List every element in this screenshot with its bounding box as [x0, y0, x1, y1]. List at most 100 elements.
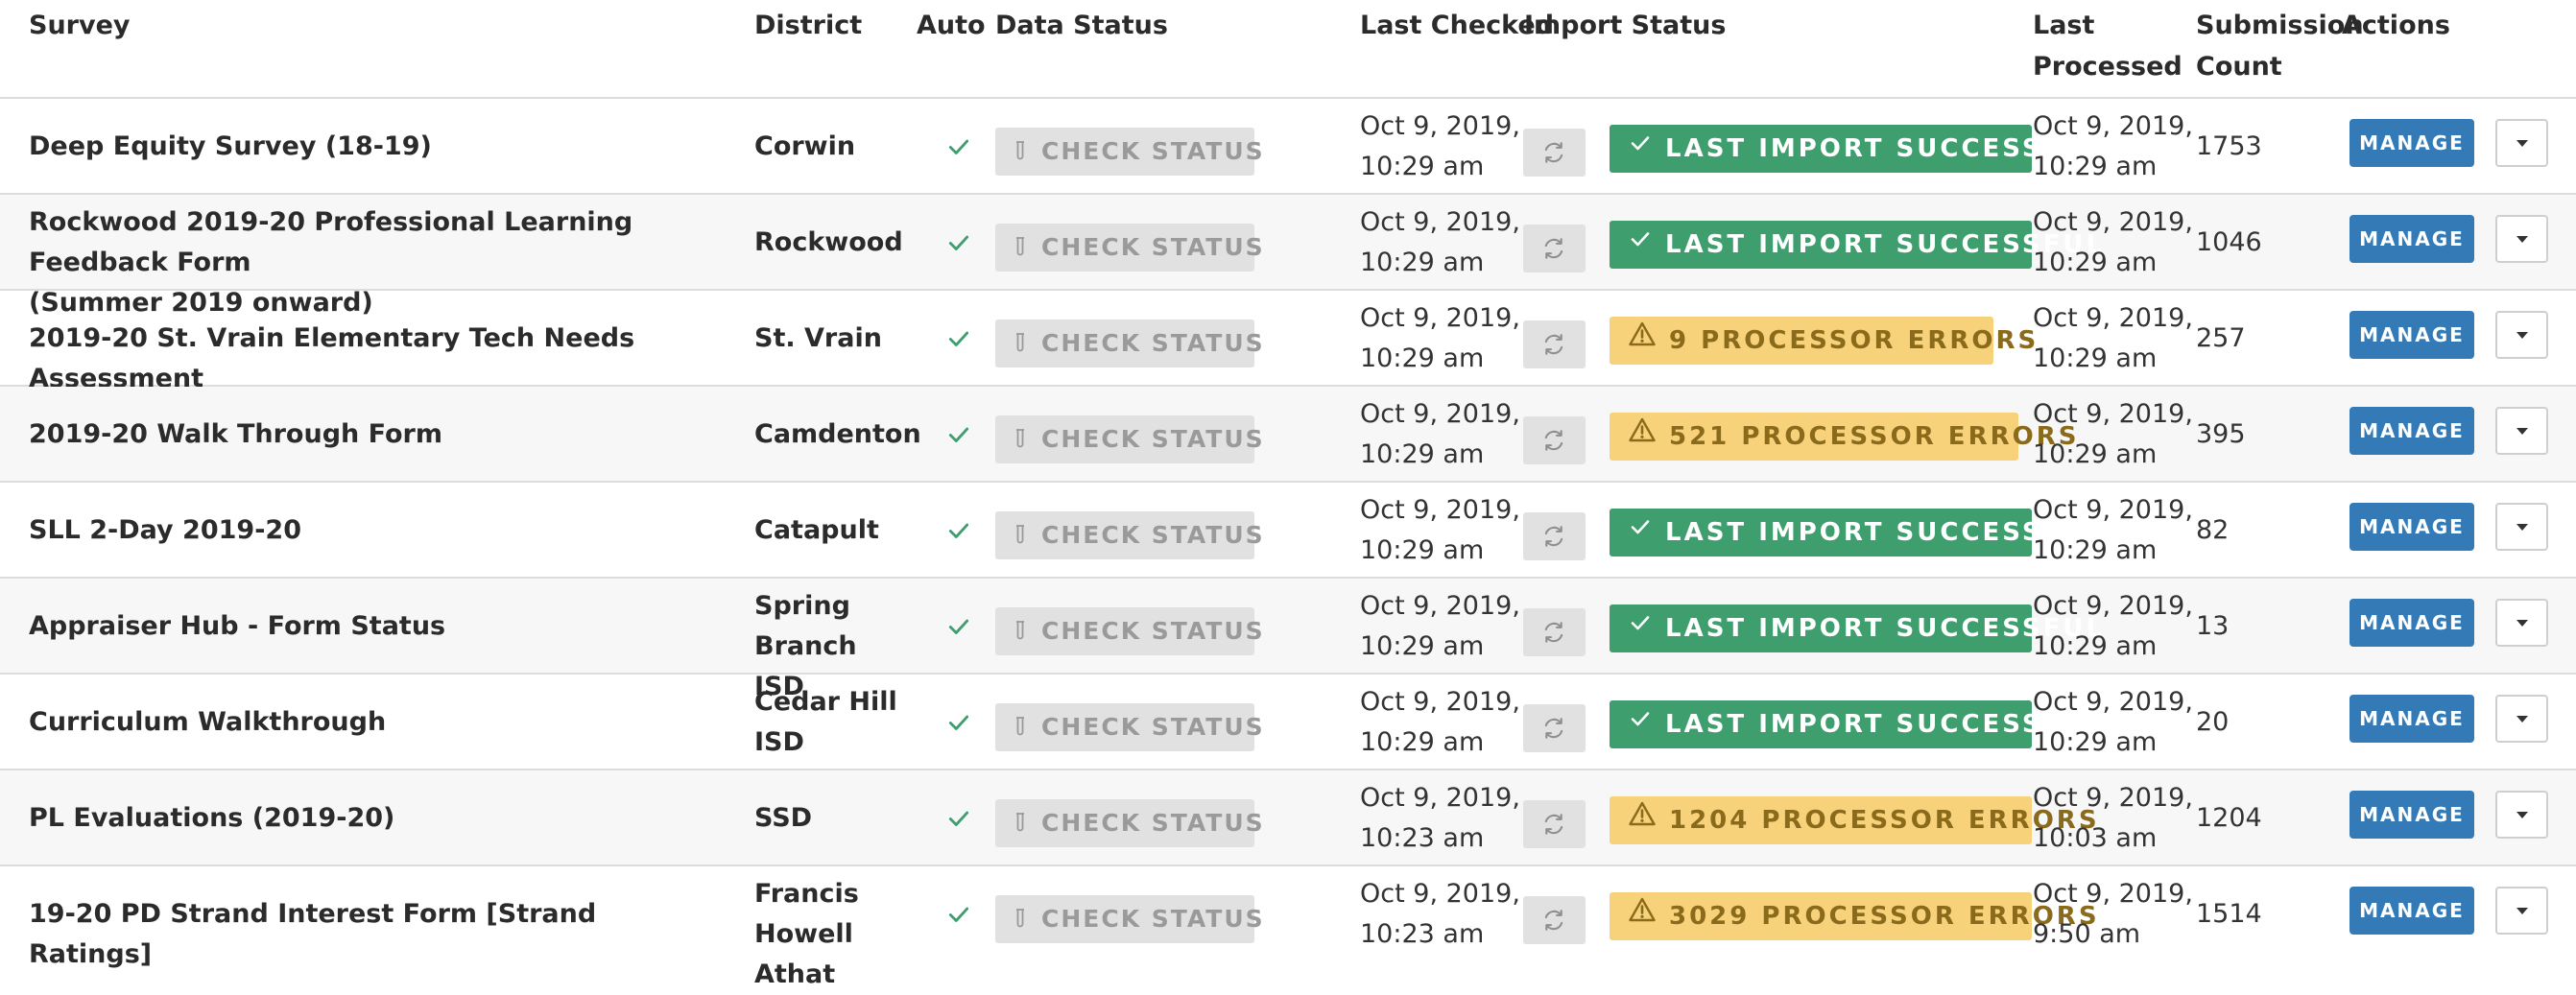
- last-checked-time: Oct 9, 2019, 10:29 am: [1360, 682, 1520, 763]
- survey-name[interactable]: Curriculum Walkthrough: [29, 702, 720, 743]
- manage-button[interactable]: MANAGE: [2349, 311, 2474, 359]
- manage-button[interactable]: MANAGE: [2349, 695, 2474, 743]
- district-name: Catapult: [754, 510, 908, 551]
- header-import-status[interactable]: Import Status: [1524, 5, 1726, 46]
- auto-check-icon: [946, 230, 971, 255]
- manage-button[interactable]: MANAGE: [2349, 599, 2474, 647]
- import-status-badge: 3029 PROCESSOR ERRORS: [1610, 892, 2097, 940]
- survey-name-line: 19-20 PD Strand Interest Form [Strand Ra…: [29, 899, 597, 969]
- district-name: St. Vrain: [754, 319, 908, 359]
- manage-button[interactable]: MANAGE: [2349, 887, 2474, 935]
- check-status-button[interactable]: CHECK STATUS: [995, 799, 1263, 847]
- header-data-status[interactable]: Data Status: [995, 5, 1168, 46]
- last-checked-time: Oct 9, 2019, 10:23 am: [1360, 874, 1520, 955]
- submission-count: 82: [2196, 515, 2230, 545]
- survey-name[interactable]: 2019-20 Walk Through Form: [29, 415, 720, 455]
- header-survey[interactable]: Survey: [29, 5, 131, 46]
- import-status-badge: LAST IMPORT SUCCESSFUL: [1610, 509, 2102, 557]
- refresh-button[interactable]: [1523, 416, 1586, 464]
- refresh-button[interactable]: [1523, 800, 1586, 848]
- header-last-processed[interactable]: Last Processed: [2033, 5, 2182, 87]
- check-status-button[interactable]: CHECK STATUS: [995, 128, 1263, 176]
- auto-check-icon: [946, 710, 971, 735]
- district-name: SSD: [754, 798, 908, 839]
- actions-dropdown-button[interactable]: [2495, 407, 2548, 455]
- district-name-line: Rockwood: [754, 227, 903, 257]
- survey-name[interactable]: PL Evaluations (2019-20): [29, 798, 720, 839]
- last-processed-line: 10:29 am: [2033, 152, 2158, 181]
- last-checked-line: 10:29 am: [1360, 631, 1485, 661]
- actions-dropdown-button[interactable]: [2495, 215, 2548, 263]
- import-status-text: 9 PROCESSOR ERRORS: [1669, 326, 2039, 355]
- last-processed-line: 10:29 am: [2033, 631, 2158, 661]
- actions-dropdown-button[interactable]: [2495, 599, 2548, 647]
- survey-name[interactable]: Deep Equity Survey (18-19): [29, 127, 720, 167]
- last-checked-time: Oct 9, 2019, 10:29 am: [1360, 394, 1520, 475]
- survey-name[interactable]: 19-20 PD Strand Interest Form [Strand Ra…: [29, 894, 720, 975]
- check-status-button[interactable]: CHECK STATUS: [995, 895, 1263, 943]
- check-status-button[interactable]: CHECK STATUS: [995, 224, 1263, 272]
- manage-button[interactable]: MANAGE: [2349, 503, 2474, 551]
- check-status-button[interactable]: CHECK STATUS: [995, 703, 1263, 751]
- last-processed-line: Oct 9, 2019,: [2033, 303, 2193, 333]
- check-status-button[interactable]: CHECK STATUS: [995, 320, 1263, 367]
- actions-dropdown-button[interactable]: [2495, 503, 2548, 551]
- actions-dropdown-button[interactable]: [2495, 311, 2548, 359]
- actions-dropdown-button[interactable]: [2495, 695, 2548, 743]
- district-name-line: ISD: [754, 727, 804, 757]
- header-auto[interactable]: Auto: [917, 5, 986, 46]
- header-district[interactable]: District: [754, 5, 862, 46]
- last-processed-time: Oct 9, 2019, 10:29 am: [2033, 394, 2193, 475]
- import-status-badge: LAST IMPORT SUCCESSFUL: [1610, 604, 2102, 652]
- last-processed-line: Oct 9, 2019,: [2033, 591, 2193, 621]
- refresh-button[interactable]: [1523, 896, 1586, 944]
- check-status-button[interactable]: CHECK STATUS: [995, 415, 1263, 463]
- last-processed-time: Oct 9, 2019, 10:29 am: [2033, 682, 2193, 763]
- last-processed-time: Oct 9, 2019, 10:29 am: [2033, 202, 2193, 283]
- refresh-button[interactable]: [1523, 225, 1586, 272]
- actions-dropdown-button[interactable]: [2495, 887, 2548, 935]
- last-processed-line: 10:29 am: [2033, 727, 2158, 757]
- manage-button[interactable]: MANAGE: [2349, 119, 2474, 167]
- district-name-line: St. Vrain: [754, 323, 882, 353]
- refresh-button[interactable]: [1523, 129, 1586, 177]
- refresh-button[interactable]: [1523, 608, 1586, 656]
- survey-name-line: 2019-20 Walk Through Form: [29, 419, 442, 449]
- refresh-button[interactable]: [1523, 704, 1586, 752]
- last-checked-line: 10:29 am: [1360, 439, 1485, 469]
- manage-button[interactable]: MANAGE: [2349, 791, 2474, 839]
- refresh-button[interactable]: [1523, 320, 1586, 368]
- warning-triangle-icon: [1629, 411, 1656, 459]
- header-submission-count-line2: Count: [2196, 52, 2282, 82]
- check-status-button[interactable]: CHECK STATUS: [995, 511, 1263, 559]
- last-checked-line: Oct 9, 2019,: [1360, 879, 1520, 909]
- check-status-label: CHECK STATUS: [1041, 809, 1265, 837]
- check-status-label: CHECK STATUS: [1041, 425, 1265, 453]
- auto-check-icon: [946, 134, 971, 159]
- last-processed-time: Oct 9, 2019, 10:29 am: [2033, 107, 2193, 187]
- last-checked-time: Oct 9, 2019, 10:29 am: [1360, 298, 1520, 379]
- checkmark-icon: [1629, 123, 1652, 171]
- district-name-line: Howell: [754, 919, 853, 949]
- manage-button[interactable]: MANAGE: [2349, 215, 2474, 263]
- manage-button[interactable]: MANAGE: [2349, 407, 2474, 455]
- actions-dropdown-button[interactable]: [2495, 119, 2548, 167]
- import-status-badge: LAST IMPORT SUCCESSFUL: [1610, 221, 2102, 269]
- actions-dropdown-button[interactable]: [2495, 791, 2548, 839]
- submission-count: 1204: [2196, 803, 2262, 833]
- district-name-line: Corwin: [754, 131, 856, 161]
- district-name-line: Cedar Hill: [754, 687, 897, 717]
- last-checked-line: Oct 9, 2019,: [1360, 495, 1520, 525]
- last-checked-line: Oct 9, 2019,: [1360, 207, 1520, 237]
- header-submission-count[interactable]: Submission Count: [2196, 5, 2364, 87]
- last-checked-time: Oct 9, 2019, 10:29 am: [1360, 202, 1520, 283]
- check-status-button[interactable]: CHECK STATUS: [995, 607, 1263, 655]
- last-checked-line: Oct 9, 2019,: [1360, 687, 1520, 717]
- header-actions: Actions: [2342, 11, 2450, 40]
- survey-name-line: Curriculum Walkthrough: [29, 707, 387, 737]
- survey-name[interactable]: Appraiser Hub - Form Status: [29, 606, 720, 647]
- refresh-button[interactable]: [1523, 512, 1586, 560]
- survey-name[interactable]: SLL 2-Day 2019-20: [29, 510, 720, 551]
- last-processed-time: Oct 9, 2019, 10:29 am: [2033, 586, 2193, 667]
- header-last-processed-line1: Last: [2033, 11, 2095, 40]
